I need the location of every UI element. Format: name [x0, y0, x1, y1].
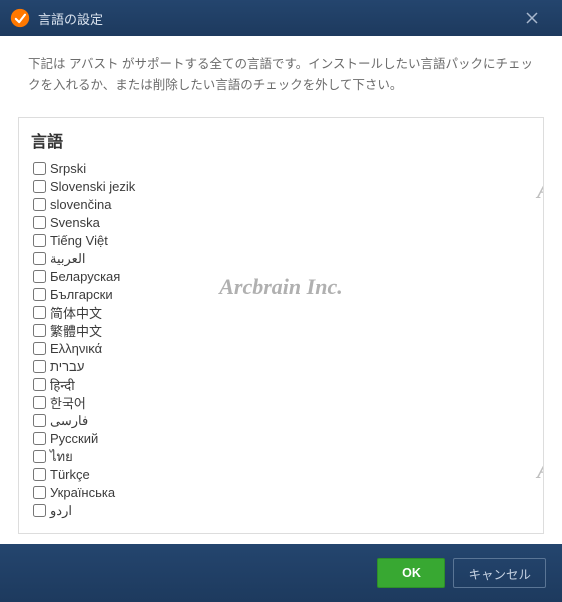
- language-label: العربية: [50, 251, 86, 267]
- language-row: اردو: [33, 502, 535, 520]
- language-row: Srpski: [33, 160, 535, 178]
- language-label: Русский: [50, 431, 98, 446]
- language-checkbox[interactable]: [33, 180, 46, 193]
- instructions-text: 下記は アバスト がサポートする全ての言語です。インストールしたい言語パックにチ…: [0, 36, 562, 107]
- cancel-button[interactable]: キャンセル: [453, 558, 546, 588]
- language-checkbox[interactable]: [33, 504, 46, 517]
- language-row: Ελληνικά: [33, 340, 535, 358]
- language-row: Tiếng Việt: [33, 232, 535, 250]
- settings-dialog: 言語の設定 下記は アバスト がサポートする全ての言語です。インストールしたい言…: [0, 0, 562, 602]
- language-checkbox[interactable]: [33, 288, 46, 301]
- language-row: Türkçe: [33, 466, 535, 484]
- language-label: Svenska: [50, 215, 100, 230]
- language-checkbox[interactable]: [33, 378, 46, 391]
- language-checkbox[interactable]: [33, 342, 46, 355]
- language-label: Srpski: [50, 161, 86, 176]
- language-row: ไทย: [33, 448, 535, 466]
- language-label: 한국어: [50, 393, 86, 412]
- language-row: 繁體中文: [33, 322, 535, 340]
- language-checkbox[interactable]: [33, 396, 46, 409]
- language-panel: 言語 Arcbrain Inc. A A SrpskiSlovenski jez…: [18, 117, 544, 535]
- language-row: Slovenski jezik: [33, 178, 535, 196]
- panel-header: 言語: [19, 118, 543, 160]
- language-row: Русский: [33, 430, 535, 448]
- language-label: Беларуская: [50, 269, 120, 284]
- dialog-title: 言語の設定: [38, 9, 512, 28]
- language-checkbox[interactable]: [33, 162, 46, 175]
- language-label: Български: [50, 287, 113, 302]
- close-icon: [526, 12, 538, 24]
- language-checkbox[interactable]: [33, 270, 46, 283]
- language-checkbox[interactable]: [33, 216, 46, 229]
- dialog-footer: OK キャンセル: [0, 544, 562, 602]
- close-button[interactable]: [512, 0, 552, 36]
- language-label: Türkçe: [50, 467, 90, 482]
- language-label: اردو: [50, 503, 72, 519]
- language-list: Srpski Slovenski jezik slovenčina Svenska Ti…: [33, 160, 535, 520]
- language-checkbox[interactable]: [33, 468, 46, 481]
- language-label: 繁體中文: [50, 321, 102, 340]
- language-checkbox[interactable]: [33, 414, 46, 427]
- language-label: עברית: [50, 359, 84, 374]
- language-row: 简体中文: [33, 304, 535, 322]
- language-checkbox[interactable]: [33, 198, 46, 211]
- language-label: 简体中文: [50, 303, 102, 322]
- language-checkbox[interactable]: [33, 360, 46, 373]
- language-label: Slovenski jezik: [50, 179, 135, 194]
- language-row: हिन्दी: [33, 376, 535, 394]
- language-checkbox[interactable]: [33, 324, 46, 337]
- language-checkbox[interactable]: [33, 450, 46, 463]
- language-label: ไทย: [50, 446, 73, 467]
- language-label: Tiếng Việt: [50, 233, 108, 248]
- language-row: Български: [33, 286, 535, 304]
- language-row: 한국어: [33, 394, 535, 412]
- language-checkbox[interactable]: [33, 432, 46, 445]
- title-bar: 言語の設定: [0, 0, 562, 36]
- language-label: Українська: [50, 485, 115, 500]
- ok-button[interactable]: OK: [377, 558, 445, 588]
- language-row: Беларуская: [33, 268, 535, 286]
- language-label: slovenčina: [50, 197, 111, 212]
- language-row: العربية: [33, 250, 535, 268]
- avast-logo-icon: [10, 8, 30, 28]
- language-row: فارسی: [33, 412, 535, 430]
- language-label: فارسی: [50, 413, 88, 429]
- language-scroll-area[interactable]: Srpski Slovenski jezik slovenčina Svenska Ti…: [19, 160, 543, 534]
- language-label: Ελληνικά: [50, 341, 102, 356]
- language-row: עברית: [33, 358, 535, 376]
- language-row: slovenčina: [33, 196, 535, 214]
- language-row: Svenska: [33, 214, 535, 232]
- language-row: Українська: [33, 484, 535, 502]
- language-checkbox[interactable]: [33, 486, 46, 499]
- language-label: हिन्दी: [50, 376, 75, 394]
- language-checkbox[interactable]: [33, 306, 46, 319]
- language-checkbox[interactable]: [33, 252, 46, 265]
- language-checkbox[interactable]: [33, 234, 46, 247]
